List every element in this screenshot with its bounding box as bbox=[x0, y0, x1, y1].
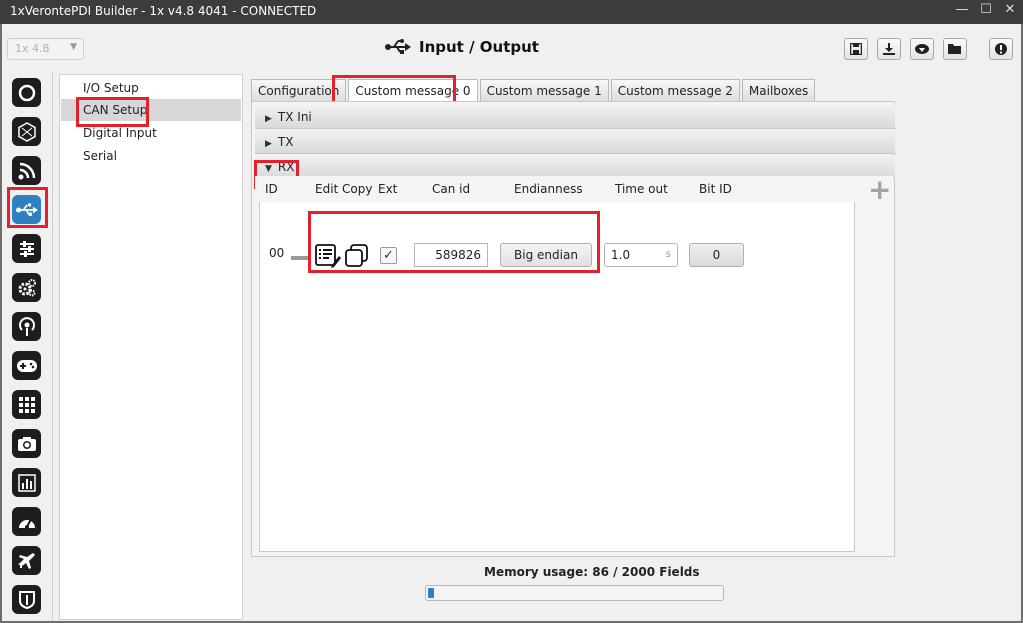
sidebar-power-button[interactable] bbox=[12, 78, 41, 107]
nav-item-io-setup[interactable]: I/O Setup bbox=[61, 77, 241, 99]
hexagon-icon bbox=[17, 121, 36, 142]
icon-sidebar bbox=[2, 72, 53, 621]
column-header-id: ID bbox=[265, 182, 278, 196]
highlight-box bbox=[308, 211, 600, 273]
sidebar-flight-button[interactable] bbox=[12, 546, 41, 575]
window-title: 1xVerontePDI Builder - 1x v4.8 4041 - CO… bbox=[10, 4, 317, 18]
highlight-box bbox=[7, 187, 48, 228]
sidebar-camera-button[interactable] bbox=[12, 429, 41, 458]
save-button[interactable] bbox=[844, 38, 868, 60]
custom-message-content: ▶ TX Ini ▶ TX ▼ RX ID Edit Copy Ext Can id … bbox=[251, 101, 895, 557]
sidebar-gamepad-button[interactable] bbox=[12, 351, 41, 380]
open-folder-button[interactable] bbox=[943, 38, 967, 60]
app-header: 1x 4.8 ▼ Input / Output bbox=[2, 24, 1021, 72]
power-ring-icon bbox=[18, 84, 35, 101]
column-header-endianness: Endianness bbox=[514, 182, 583, 196]
sidebar-broadcast-button[interactable] bbox=[12, 312, 41, 341]
sidebar-chart-button[interactable] bbox=[12, 468, 41, 497]
nav-item-serial[interactable]: Serial bbox=[61, 145, 241, 167]
maximize-icon[interactable]: ☐ bbox=[979, 2, 993, 17]
section-tx-label: TX bbox=[277, 135, 294, 149]
bit-id-button[interactable]: 0 bbox=[689, 243, 744, 267]
broadcast-icon bbox=[18, 316, 35, 336]
column-header-can-id: Can id bbox=[432, 182, 471, 196]
bar-chart-icon bbox=[17, 473, 36, 492]
app-window: 1x 4.8 ▼ Input / Output I/O Setup CAN Se… bbox=[2, 24, 1021, 621]
alert-button[interactable] bbox=[989, 38, 1013, 60]
sidebar-shield-button[interactable] bbox=[12, 585, 41, 614]
chevron-down-icon: ▼ bbox=[70, 42, 77, 52]
version-select[interactable]: 1x 4.8 ▼ bbox=[7, 38, 84, 60]
shield-icon bbox=[18, 590, 35, 609]
memory-usage-fill bbox=[428, 588, 434, 598]
version-select-value: 1x 4.8 bbox=[15, 42, 50, 55]
gamepad-icon bbox=[16, 359, 37, 372]
cloud-download-button[interactable] bbox=[910, 38, 934, 60]
alert-icon bbox=[995, 43, 1007, 55]
tab-custom-message-2[interactable]: Custom message 2 bbox=[610, 79, 740, 101]
folder-icon bbox=[948, 44, 961, 54]
column-header-copy: Copy bbox=[342, 182, 373, 196]
page-title: Input / Output bbox=[385, 38, 539, 56]
sidebar-gauge-button[interactable] bbox=[12, 507, 41, 536]
remove-message-button[interactable] bbox=[291, 256, 309, 260]
page-title-text: Input / Output bbox=[419, 38, 539, 56]
collapsed-arrow-icon: ▶ bbox=[265, 139, 272, 149]
gears-icon bbox=[18, 278, 36, 296]
column-header-bit-id: Bit ID bbox=[699, 182, 732, 196]
main-panel: Configuration Custom message 0 Custom me… bbox=[251, 75, 895, 557]
download-button[interactable] bbox=[877, 38, 901, 60]
sidebar-settings-button[interactable] bbox=[12, 273, 41, 302]
setup-nav: I/O Setup CAN Setup Digital Input Serial bbox=[59, 74, 243, 620]
memory-usage-bar bbox=[425, 585, 724, 601]
gauge-icon bbox=[18, 518, 35, 529]
section-tx-ini-label: TX Ini bbox=[277, 110, 312, 124]
column-header-time-out: Time out bbox=[615, 182, 668, 196]
sidebar-grid-button[interactable] bbox=[12, 390, 41, 419]
column-header-edit: Edit bbox=[315, 182, 339, 196]
window-titlebar: 1xVerontePDI Builder - 1x v4.8 4041 - CO… bbox=[0, 0, 1023, 24]
grid-icon bbox=[18, 396, 35, 413]
sidebar-signal-button[interactable] bbox=[12, 156, 41, 185]
sidebar-sliders-button[interactable] bbox=[12, 234, 41, 263]
tab-mailboxes[interactable]: Mailboxes bbox=[741, 79, 816, 101]
section-tx[interactable]: ▶ TX bbox=[255, 130, 895, 154]
highlight-box bbox=[76, 97, 149, 127]
usb-icon bbox=[385, 39, 411, 54]
time-out-input[interactable]: 1.0 s bbox=[604, 243, 678, 267]
tab-custom-message-1[interactable]: Custom message 1 bbox=[479, 79, 609, 101]
memory-usage-label: Memory usage: 86 / 2000 Fields bbox=[484, 565, 700, 579]
sliders-icon bbox=[19, 240, 34, 257]
rx-row-id: 00 bbox=[269, 246, 285, 260]
section-tx-ini[interactable]: ▶ TX Ini bbox=[255, 105, 895, 129]
column-header-ext: Ext bbox=[378, 182, 398, 196]
cloud-download-icon bbox=[915, 44, 929, 54]
close-icon[interactable]: ✕ bbox=[1003, 2, 1017, 17]
floppy-icon bbox=[850, 43, 862, 55]
time-out-value: 1.0 bbox=[611, 248, 631, 262]
camera-icon bbox=[17, 436, 36, 451]
download-icon bbox=[883, 43, 895, 55]
add-message-button[interactable]: + bbox=[868, 173, 891, 206]
minimize-icon[interactable]: — bbox=[955, 2, 969, 17]
rss-icon bbox=[18, 162, 35, 179]
airplane-icon bbox=[17, 552, 35, 569]
time-out-unit: s bbox=[665, 249, 671, 260]
sidebar-hardware-button[interactable] bbox=[12, 117, 41, 146]
collapsed-arrow-icon: ▶ bbox=[265, 114, 272, 124]
